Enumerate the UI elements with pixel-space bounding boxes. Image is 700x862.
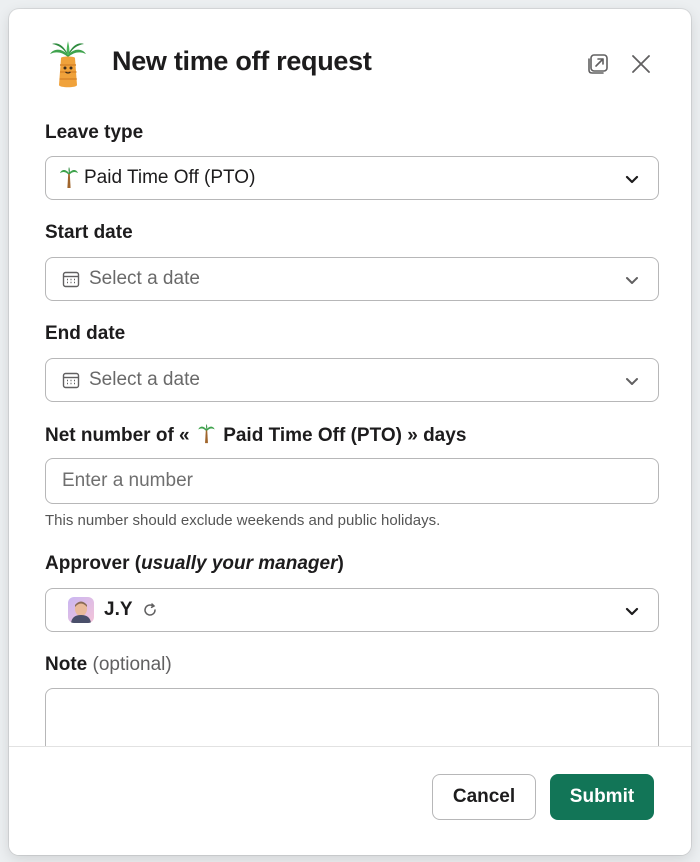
palm-tree-icon — [198, 424, 215, 444]
net-days-hint: This number should exclude weekends and … — [45, 512, 441, 529]
submit-button[interactable]: Submit — [550, 774, 654, 820]
net-days-label-suffix: » days — [407, 425, 467, 446]
net-days-input[interactable] — [45, 458, 659, 504]
approver-name: J.Y — [104, 599, 133, 620]
close-button[interactable] — [626, 49, 656, 79]
calendar-icon — [62, 372, 80, 389]
note-label: Note (optional) — [45, 654, 172, 676]
end-date-label: End date — [45, 323, 126, 344]
end-date-placeholder: Select a date — [89, 369, 200, 390]
net-days-label-prefix: Net number of « — [45, 425, 190, 446]
approver-label: Approver (usually your manager) — [45, 553, 344, 575]
chevron-down-icon — [626, 277, 638, 284]
start-date-placeholder: Select a date — [89, 268, 200, 289]
leave-type-select[interactable]: Paid Time Off (PTO) — [45, 156, 659, 200]
chevron-down-icon — [626, 378, 638, 385]
popout-icon — [588, 54, 608, 74]
approver-select[interactable]: J.Y — [45, 588, 659, 632]
net-days-label: Net number of « Paid Time Off (PTO) » da… — [45, 424, 466, 447]
approver-label-italic: usually your manager — [141, 553, 338, 574]
end-date-picker[interactable]: Select a date — [45, 358, 659, 402]
cancel-button[interactable]: Cancel — [432, 774, 536, 820]
modal-footer: Cancel Submit — [9, 746, 691, 855]
avatar — [68, 597, 94, 623]
palm-tree-icon — [50, 41, 86, 88]
note-label-text: Note — [45, 654, 88, 675]
modal-title: New time off request — [112, 46, 372, 76]
leave-type-label: Leave type — [45, 122, 144, 143]
close-icon — [632, 55, 650, 73]
refresh-icon — [143, 603, 156, 616]
start-date-picker[interactable]: Select a date — [45, 257, 659, 301]
approver-label-end: ) — [337, 553, 344, 574]
time-off-modal: New time off request Leave type Paid Tim… — [9, 9, 691, 855]
approver-label-start: Approver ( — [45, 553, 142, 574]
chevron-down-icon — [625, 607, 639, 616]
palm-tree-icon — [60, 167, 78, 188]
popout-button[interactable] — [583, 49, 613, 79]
leave-type-value: Paid Time Off (PTO) — [84, 167, 256, 188]
person-avatar-icon — [71, 601, 91, 623]
net-days-label-type: Paid Time Off (PTO) — [223, 425, 402, 446]
chevron-down-icon — [625, 175, 639, 184]
note-label-optional: (optional) — [92, 654, 172, 675]
calendar-icon — [62, 271, 80, 288]
modal-header: New time off request — [9, 9, 691, 119]
start-date-label: Start date — [45, 222, 133, 243]
